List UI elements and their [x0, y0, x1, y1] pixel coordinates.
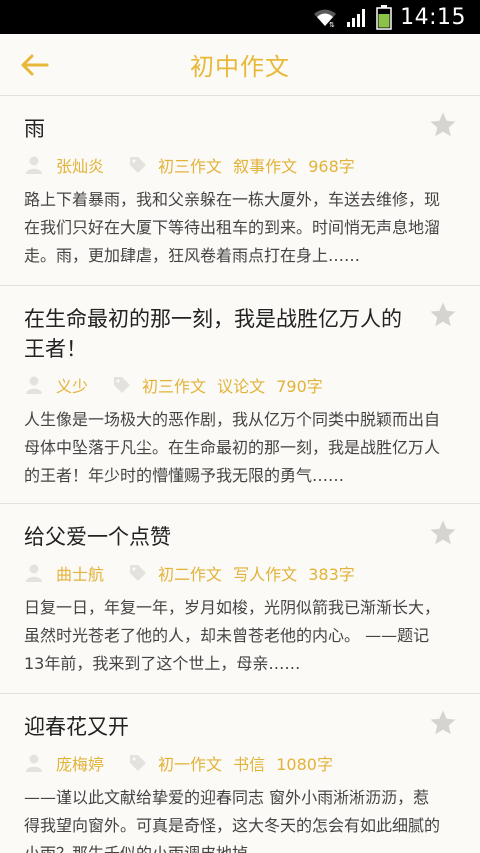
- article-genre: 书信: [233, 755, 266, 774]
- article-meta: 庞梅婷 初一作文 书信 1080字: [24, 750, 440, 776]
- article-words: 790字: [276, 377, 323, 396]
- tag-icon: [130, 565, 147, 581]
- person-icon: [26, 376, 42, 394]
- article-item[interactable]: 迎春花又开 庞梅婷 初一作文 书信 1080字 ——谨以此文献给挚爱的迎春同志 …: [0, 694, 480, 853]
- battery-icon: [376, 5, 392, 30]
- article-genre: 叙事作文: [233, 157, 298, 176]
- article-tags: 初一作文 书信 1080字: [158, 751, 339, 775]
- article-title: 雨: [24, 117, 45, 141]
- back-arrow-icon: [21, 54, 49, 76]
- article-words: 1080字: [276, 755, 333, 774]
- article-title: 给父爱一个点赞: [24, 525, 171, 549]
- article-excerpt: 路上下着暴雨，我和父亲躲在一栋大厦外，车送去维修，现在我们只好在大厦下等待出租车…: [24, 190, 440, 265]
- article-grade: 初三作文: [142, 377, 207, 396]
- star-icon[interactable]: [428, 708, 458, 738]
- person-icon: [26, 754, 42, 772]
- status-time: 14:15: [400, 4, 466, 30]
- article-author: 曲士航: [56, 565, 105, 584]
- status-bar: ⇅ 14:15: [0, 0, 480, 34]
- article-tags: 初三作文 叙事作文 968字: [158, 153, 361, 177]
- article-item[interactable]: 给父爱一个点赞 曲士航 初二作文 写人作文 383字 日复一日，年复一年，岁月如…: [0, 504, 480, 694]
- tag-icon: [130, 755, 147, 771]
- article-grade: 初二作文: [158, 565, 223, 584]
- article-excerpt: 日复一日，年复一年，岁月如梭，光阴似箭我已渐渐长大，虽然时光苍老了他的人，却未曾…: [24, 598, 440, 673]
- star-icon[interactable]: [428, 518, 458, 548]
- tag-icon: [114, 377, 131, 393]
- signal-icon: [347, 9, 366, 27]
- article-meta: 张灿炎 初三作文 叙事作文 968字: [24, 152, 440, 178]
- article-item[interactable]: 雨 张灿炎 初三作文 叙事作文 968字 路上下着暴雨，我和父亲躲在一栋大厦外，…: [0, 96, 480, 286]
- star-icon[interactable]: [428, 110, 458, 140]
- article-words: 968字: [308, 157, 355, 176]
- article-grade: 初三作文: [158, 157, 223, 176]
- article-list: 雨 张灿炎 初三作文 叙事作文 968字 路上下着暴雨，我和父亲躲在一栋大厦外，…: [0, 96, 480, 853]
- article-author: 义少: [56, 377, 89, 396]
- article-meta: 曲士航 初二作文 写人作文 383字: [24, 560, 440, 586]
- article-excerpt: 人生像是一场极大的恶作剧，我从亿万个同类中脱颖而出自母体中坠落于凡尘。在生命最初…: [24, 410, 440, 485]
- svg-text:⇅: ⇅: [329, 21, 335, 28]
- star-icon[interactable]: [428, 300, 458, 330]
- tag-icon: [130, 157, 147, 173]
- page-title: 初中作文: [190, 53, 290, 81]
- article-meta: 义少 初三作文 议论文 790字: [24, 372, 440, 398]
- article-author: 张灿炎: [56, 157, 105, 176]
- app-bar: 初中作文: [0, 34, 480, 96]
- article-title: 迎春花又开: [24, 715, 129, 739]
- article-grade: 初一作文: [158, 755, 223, 774]
- article-author: 庞梅婷: [56, 755, 105, 774]
- article-title: 在生命最初的那一刻，我是战胜亿万人的王者！: [24, 307, 402, 361]
- person-icon: [26, 564, 42, 582]
- article-tags: 初二作文 写人作文 383字: [158, 561, 361, 585]
- article-item[interactable]: 在生命最初的那一刻，我是战胜亿万人的王者！ 义少 初三作文 议论文 790字 人…: [0, 286, 480, 504]
- article-genre: 写人作文: [233, 565, 298, 584]
- wifi-icon: ⇅: [314, 9, 337, 28]
- back-button[interactable]: [16, 48, 52, 82]
- article-words: 383字: [308, 565, 355, 584]
- article-tags: 初三作文 议论文 790字: [142, 373, 329, 397]
- article-genre: 议论文: [217, 377, 266, 396]
- article-excerpt: ——谨以此文献给挚爱的迎春同志 窗外小雨淅淅沥沥，惹得我望向窗外。可真是奇怪，这…: [24, 788, 440, 853]
- person-icon: [26, 156, 42, 174]
